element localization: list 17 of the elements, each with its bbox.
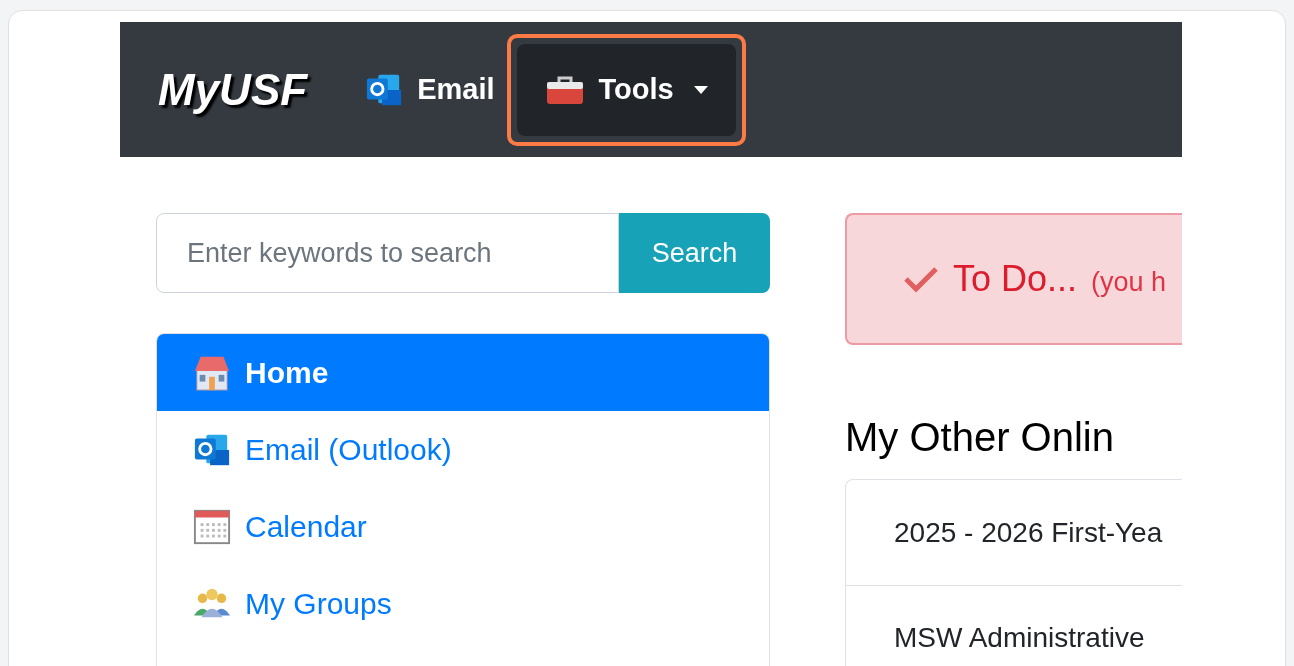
nav-link[interactable]: Tools <box>516 43 736 136</box>
sidebar-item[interactable]: Email (Outlook) <box>157 411 769 488</box>
sidebar-item[interactable]: Home <box>157 334 769 411</box>
sidebar-item[interactable]: Calendar <box>157 488 769 565</box>
brand-logo: MyUSF <box>158 63 308 116</box>
list-item[interactable]: MSW Administrative <box>846 585 1182 666</box>
nav-link[interactable]: Email <box>365 43 507 136</box>
section-heading: My Other Onlin <box>845 414 1115 461</box>
sidebar-item[interactable]: My Groups <box>157 565 769 642</box>
alert-title: To Do... <box>953 257 1078 301</box>
checkmark-icon <box>903 265 939 293</box>
alert-note: (you h <box>1091 265 1167 299</box>
calendar-icon <box>193 507 231 546</box>
search-field[interactable]: Enter keywords to search <box>156 213 619 293</box>
search-button[interactable]: Search <box>619 213 770 293</box>
list-item[interactable]: 2025 - 2026 First-Yea <box>846 480 1182 585</box>
caret-icon <box>693 85 708 94</box>
